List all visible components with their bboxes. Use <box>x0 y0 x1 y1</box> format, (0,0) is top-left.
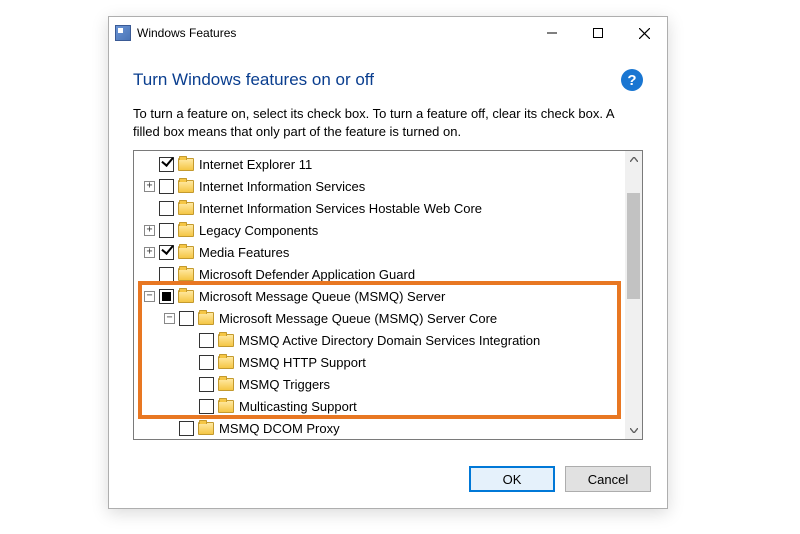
expander-spacer <box>144 269 155 280</box>
feature-checkbox[interactable] <box>199 355 214 370</box>
expand-icon[interactable]: + <box>144 181 155 192</box>
titlebar[interactable]: Windows Features <box>109 17 667 49</box>
expander-spacer <box>184 335 195 346</box>
tree-row[interactable]: MSMQ Active Directory Domain Services In… <box>138 329 625 351</box>
feature-checkbox[interactable] <box>159 267 174 282</box>
app-icon <box>115 25 131 41</box>
feature-checkbox[interactable] <box>199 333 214 348</box>
feature-label: Internet Explorer 11 <box>199 157 312 172</box>
feature-label: MSMQ Triggers <box>239 377 330 392</box>
expander-spacer <box>164 423 175 434</box>
tree-row[interactable]: Internet Explorer 11 <box>138 153 625 175</box>
feature-label: MSMQ HTTP Support <box>239 355 366 370</box>
feature-checkbox[interactable] <box>199 399 214 414</box>
folder-icon <box>198 422 214 435</box>
feature-checkbox[interactable] <box>199 377 214 392</box>
tree-row[interactable]: Microsoft Defender Application Guard <box>138 263 625 285</box>
folder-icon <box>178 290 194 303</box>
folder-icon <box>178 202 194 215</box>
tree-row[interactable]: Multicasting Support <box>138 395 625 417</box>
tree-row[interactable]: MSMQ Triggers <box>138 373 625 395</box>
feature-label: Microsoft Message Queue (MSMQ) Server Co… <box>219 311 497 326</box>
feature-checkbox[interactable] <box>159 223 174 238</box>
feature-tree: Internet Explorer 11 + Internet Informatio… <box>133 150 643 440</box>
folder-icon <box>178 180 194 193</box>
expander-spacer <box>184 357 195 368</box>
feature-checkbox[interactable] <box>159 245 174 260</box>
expand-icon[interactable]: + <box>144 247 155 258</box>
maximize-button[interactable] <box>575 18 621 48</box>
tree-row[interactable]: − Microsoft Message Queue (MSMQ) Server C… <box>138 307 625 329</box>
tree-row[interactable]: Internet Information Services Hostable W… <box>138 197 625 219</box>
feature-checkbox[interactable] <box>159 179 174 194</box>
folder-icon <box>198 312 214 325</box>
ok-button[interactable]: OK <box>469 466 555 492</box>
feature-label: Microsoft Message Queue (MSMQ) Server <box>199 289 445 304</box>
feature-label: Internet Information Services <box>199 179 365 194</box>
collapse-icon[interactable]: − <box>164 313 175 324</box>
scroll-down-button[interactable] <box>625 422 642 439</box>
folder-icon <box>218 356 234 369</box>
tree-row[interactable]: MSMQ DCOM Proxy <box>138 417 625 439</box>
feature-checkbox[interactable] <box>179 311 194 326</box>
feature-checkbox[interactable] <box>159 157 174 172</box>
cancel-button[interactable]: Cancel <box>565 466 651 492</box>
folder-icon <box>218 334 234 347</box>
windows-features-dialog: Windows Features Turn Windows features o… <box>108 16 668 509</box>
feature-label: Multicasting Support <box>239 399 357 414</box>
feature-checkbox[interactable] <box>159 201 174 216</box>
feature-label: MSMQ DCOM Proxy <box>219 421 340 436</box>
expander-spacer <box>144 203 155 214</box>
tree-row[interactable]: MSMQ HTTP Support <box>138 351 625 373</box>
page-heading: Turn Windows features on or off <box>133 70 374 90</box>
tree-row[interactable]: − Microsoft Message Queue (MSMQ) Server <box>138 285 625 307</box>
minimize-button[interactable] <box>529 18 575 48</box>
feature-label: Legacy Components <box>199 223 318 238</box>
collapse-icon[interactable]: − <box>144 291 155 302</box>
scroll-up-button[interactable] <box>625 151 642 168</box>
page-description: To turn a feature on, select its check b… <box>133 105 643 140</box>
feature-checkbox[interactable] <box>159 289 174 304</box>
feature-checkbox[interactable] <box>179 421 194 436</box>
expander-spacer <box>184 379 195 390</box>
folder-icon <box>178 246 194 259</box>
tree-row[interactable]: + Internet Information Services <box>138 175 625 197</box>
folder-icon <box>218 400 234 413</box>
scrollbar[interactable] <box>625 151 642 439</box>
folder-icon <box>178 224 194 237</box>
folder-icon <box>218 378 234 391</box>
feature-label: Internet Information Services Hostable W… <box>199 201 482 216</box>
scroll-thumb[interactable] <box>627 193 640 299</box>
tree-row[interactable]: + Media Features <box>138 241 625 263</box>
help-icon[interactable]: ? <box>621 69 643 91</box>
window-title: Windows Features <box>137 26 529 40</box>
expander-spacer <box>144 159 155 170</box>
close-button[interactable] <box>621 18 667 48</box>
feature-label: Microsoft Defender Application Guard <box>199 267 415 282</box>
tree-row[interactable]: + Legacy Components <box>138 219 625 241</box>
feature-label: MSMQ Active Directory Domain Services In… <box>239 333 540 348</box>
expand-icon[interactable]: + <box>144 225 155 236</box>
feature-label: Media Features <box>199 245 289 260</box>
folder-icon <box>178 158 194 171</box>
expander-spacer <box>184 401 195 412</box>
folder-icon <box>178 268 194 281</box>
